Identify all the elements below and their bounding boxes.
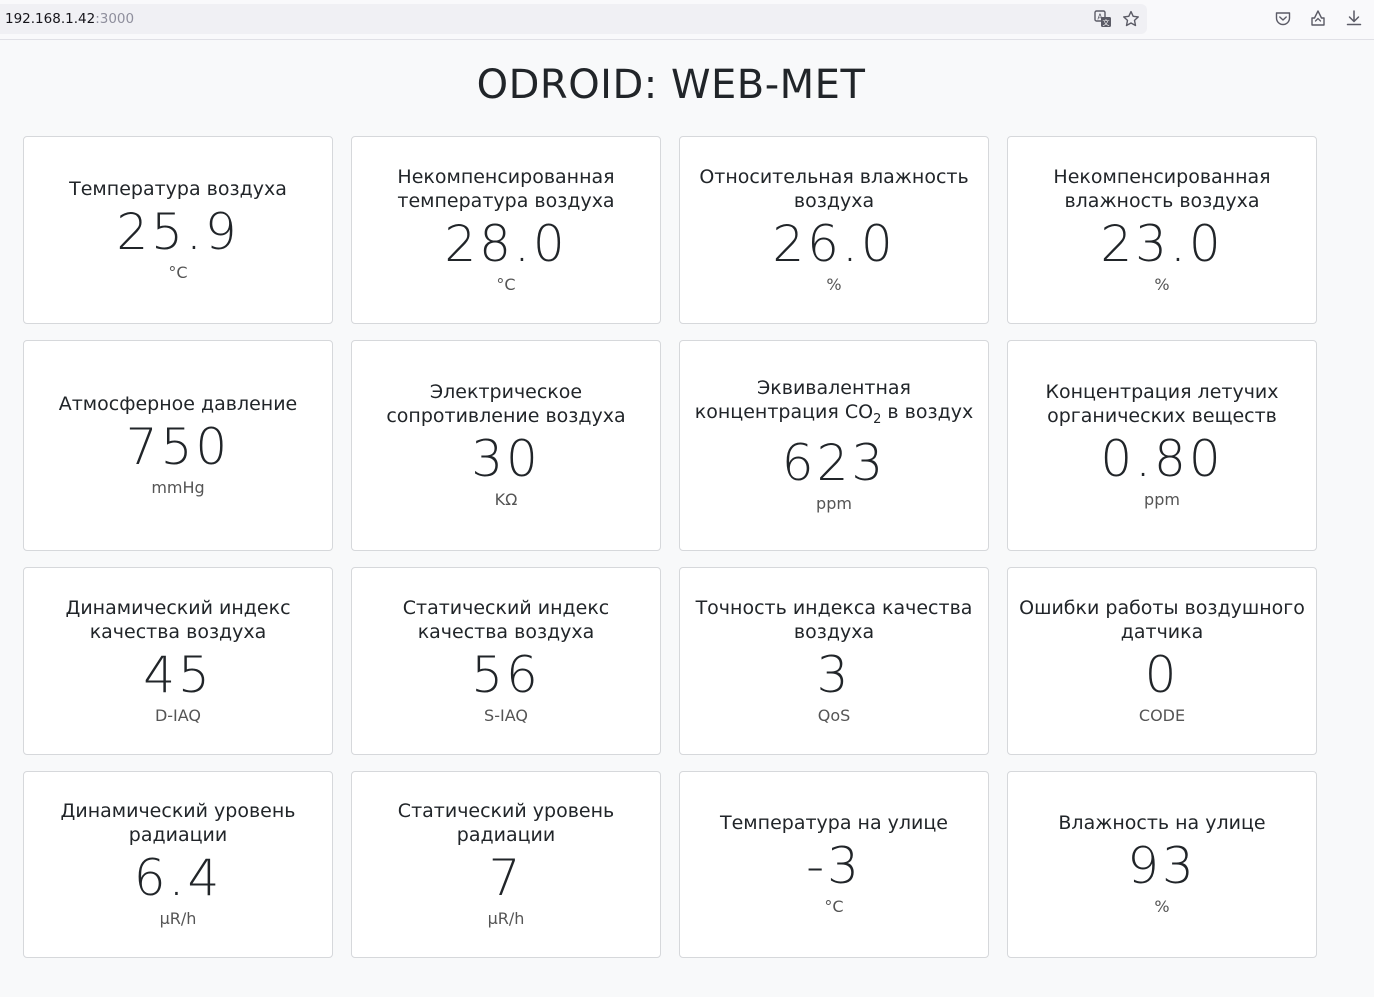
sensor-card-title: Электрическое сопротивление воздуха: [386, 381, 626, 427]
co2-title-post: в воздух: [881, 401, 974, 424]
sensor-card-unit: D-IAQ: [154, 705, 202, 725]
sensor-card-title: Динамический индекс качества воздуха: [65, 596, 291, 643]
browser-toolbar: 192.168.1.42:3000 A 文: [0, 0, 1374, 40]
sensor-card-unit: ppm: [1144, 490, 1180, 509]
sensor-card-value: 26.0: [772, 214, 896, 273]
page-title: ODROID: WEB-MET: [476, 62, 866, 108]
sensor-card-title: Статический индекс качества воздуха: [402, 596, 610, 643]
sensor-card-unit: ppm: [816, 493, 852, 513]
sensor-card-sensor-errors: Ошибки работы воздушного датчика 0 CODE: [1007, 567, 1317, 755]
sensor-card-unit: KΩ: [494, 490, 518, 509]
sensor-card-title: Температура воздуха: [69, 177, 287, 200]
sensor-card-title: Ошибки работы воздушного датчика: [1019, 596, 1305, 643]
sensor-card-unit: °C: [824, 897, 844, 916]
sensor-card-unit: CODE: [1138, 705, 1186, 725]
svg-text:文: 文: [1103, 18, 1110, 27]
sensor-card-raw-humidity: Некомпенсированная влажность воздуха 23.…: [1007, 136, 1317, 324]
sensor-card-static-iaq: Статический индекс качества воздуха 56 S…: [351, 567, 661, 755]
sensor-card-outdoor-temperature: Температура на улице -3 °C: [679, 771, 989, 958]
sensor-card-title: Концентрация летучих органических вещест…: [1045, 381, 1279, 427]
sensor-card-co2-equivalent: Эквивалентная концентрация CO2 в воздух …: [679, 340, 989, 551]
bookmark-star-icon[interactable]: [1121, 9, 1141, 29]
sensor-card-value: 0.80: [1100, 430, 1224, 488]
sensor-card-unit: °C: [496, 274, 516, 294]
sensor-card-value: 30: [471, 430, 541, 488]
sensor-card-value: 623: [781, 433, 887, 492]
sensor-card-static-radiation: Статический уровень радиации 7 µR/h: [351, 771, 661, 958]
sensor-card-title: Эквивалентная концентрация CO2 в воздух: [680, 376, 988, 432]
address-bar[interactable]: 192.168.1.42:3000 A 文: [0, 4, 1147, 34]
sensor-card-unit: QoS: [817, 705, 851, 725]
sensor-card-value: 45: [143, 645, 213, 704]
sensor-card-value: 3: [816, 645, 852, 704]
sensor-card-unit: µR/h: [487, 909, 525, 928]
url-port: :3000: [95, 11, 135, 27]
url-host: 192.168.1.42: [5, 11, 96, 27]
sensor-card-title: Температура на улице: [720, 812, 948, 834]
sensor-card-value: 7: [488, 849, 524, 907]
sensor-card-title: Точность индекса качества воздуха: [695, 596, 973, 643]
sensor-card-raw-temperature: Некомпенсированная температура воздуха 2…: [351, 136, 661, 324]
translate-icon[interactable]: A 文: [1093, 9, 1113, 29]
sensor-card-title: Статический уровень радиации: [397, 800, 615, 846]
sensor-card-dynamic-radiation: Динамический уровень радиации 6.4 µR/h: [23, 771, 333, 958]
sensor-card-value: 56: [471, 645, 541, 704]
sensor-card-dynamic-iaq: Динамический индекс качества воздуха 45 …: [23, 567, 333, 755]
sensor-card-value: 25.9: [116, 202, 240, 261]
sensor-card-gas-resistance: Электрическое сопротивление воздуха 30 K…: [351, 340, 661, 551]
extensions-icon[interactable]: [1308, 8, 1328, 28]
sensor-card-value: 28.0: [444, 214, 568, 273]
sensor-card-voc: Концентрация летучих органических вещест…: [1007, 340, 1317, 551]
sensor-card-value: -3: [806, 837, 862, 895]
sensor-card-value: 93: [1127, 837, 1197, 895]
pocket-icon[interactable]: [1273, 9, 1293, 29]
sensor-card-value: 6.4: [133, 849, 223, 907]
sensor-card-unit: mmHg: [151, 478, 205, 497]
sensor-card-unit: %: [1154, 274, 1170, 294]
sensor-card-unit: S-IAQ: [484, 705, 528, 725]
sensor-card-unit: %: [826, 274, 842, 294]
sensor-card-iaq-accuracy: Точность индекса качества воздуха 3 QoS: [679, 567, 989, 755]
sensor-card-unit: %: [1154, 897, 1170, 916]
sensor-card-title: Динамический уровень радиации: [60, 800, 296, 846]
sensor-card-title: Некомпенсированная температура воздуха: [397, 165, 615, 212]
sensor-card-unit: °C: [168, 262, 188, 282]
url-text: 192.168.1.42:3000: [5, 11, 134, 27]
sensor-card-value: 750: [125, 418, 231, 476]
sensor-card-value: 23.0: [1100, 214, 1224, 273]
downloads-icon[interactable]: [1344, 8, 1364, 28]
sensor-card-outdoor-humidity: Влажность на улице 93 %: [1007, 771, 1317, 958]
sensor-card-air-temperature: Температура воздуха 25.9 °C: [23, 136, 333, 324]
sensor-card-value: 0: [1144, 645, 1180, 704]
sensor-card-unit: µR/h: [159, 909, 197, 928]
sensor-card-title: Относительная влажность воздуха: [699, 165, 969, 212]
sensor-card-relative-humidity: Относительная влажность воздуха 26.0 %: [679, 136, 989, 324]
sensor-card-pressure: Атмосферное давление 750 mmHg: [23, 340, 333, 551]
sensor-card-title: Атмосферное давление: [58, 393, 298, 415]
sensor-card-title: Некомпенсированная влажность воздуха: [1053, 165, 1271, 212]
sensor-card-title: Влажность на улице: [1058, 812, 1266, 834]
